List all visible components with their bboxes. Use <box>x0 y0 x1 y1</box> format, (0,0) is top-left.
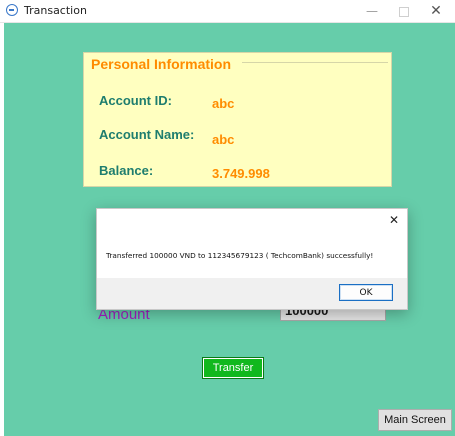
account-id-value: abc <box>212 96 235 111</box>
balance-label: Balance: <box>99 163 154 178</box>
close-icon[interactable]: ✕ <box>389 213 399 227</box>
title-bar: Transaction — ✕ <box>0 0 455 23</box>
minimize-button[interactable]: — <box>357 1 387 21</box>
message-dialog: ✕ Transferred 100000 VND to 112345679123… <box>96 208 408 310</box>
balance-value: 3.749.998 <box>212 166 270 181</box>
maximize-icon <box>399 7 409 17</box>
transfer-button[interactable]: Transfer <box>202 357 264 379</box>
personal-info-panel: Personal Information Account ID: abc Acc… <box>83 52 392 187</box>
main-screen-button[interactable]: Main Screen <box>378 409 452 431</box>
ok-button[interactable]: OK <box>339 284 393 301</box>
account-name-label: Account Name: <box>99 127 195 142</box>
account-name-value: abc <box>212 132 235 147</box>
dialog-message: Transferred 100000 VND to 112345679123 (… <box>106 251 374 260</box>
account-id-label: Account ID: <box>99 93 172 108</box>
personal-info-legend: Personal Information <box>91 56 236 72</box>
panel-border-line <box>242 62 388 63</box>
window-title: Transaction <box>24 4 87 17</box>
maximize-button[interactable] <box>389 1 419 21</box>
globe-icon <box>6 4 18 16</box>
dialog-footer: OK <box>97 278 407 309</box>
close-window-button[interactable]: ✕ <box>421 1 451 21</box>
